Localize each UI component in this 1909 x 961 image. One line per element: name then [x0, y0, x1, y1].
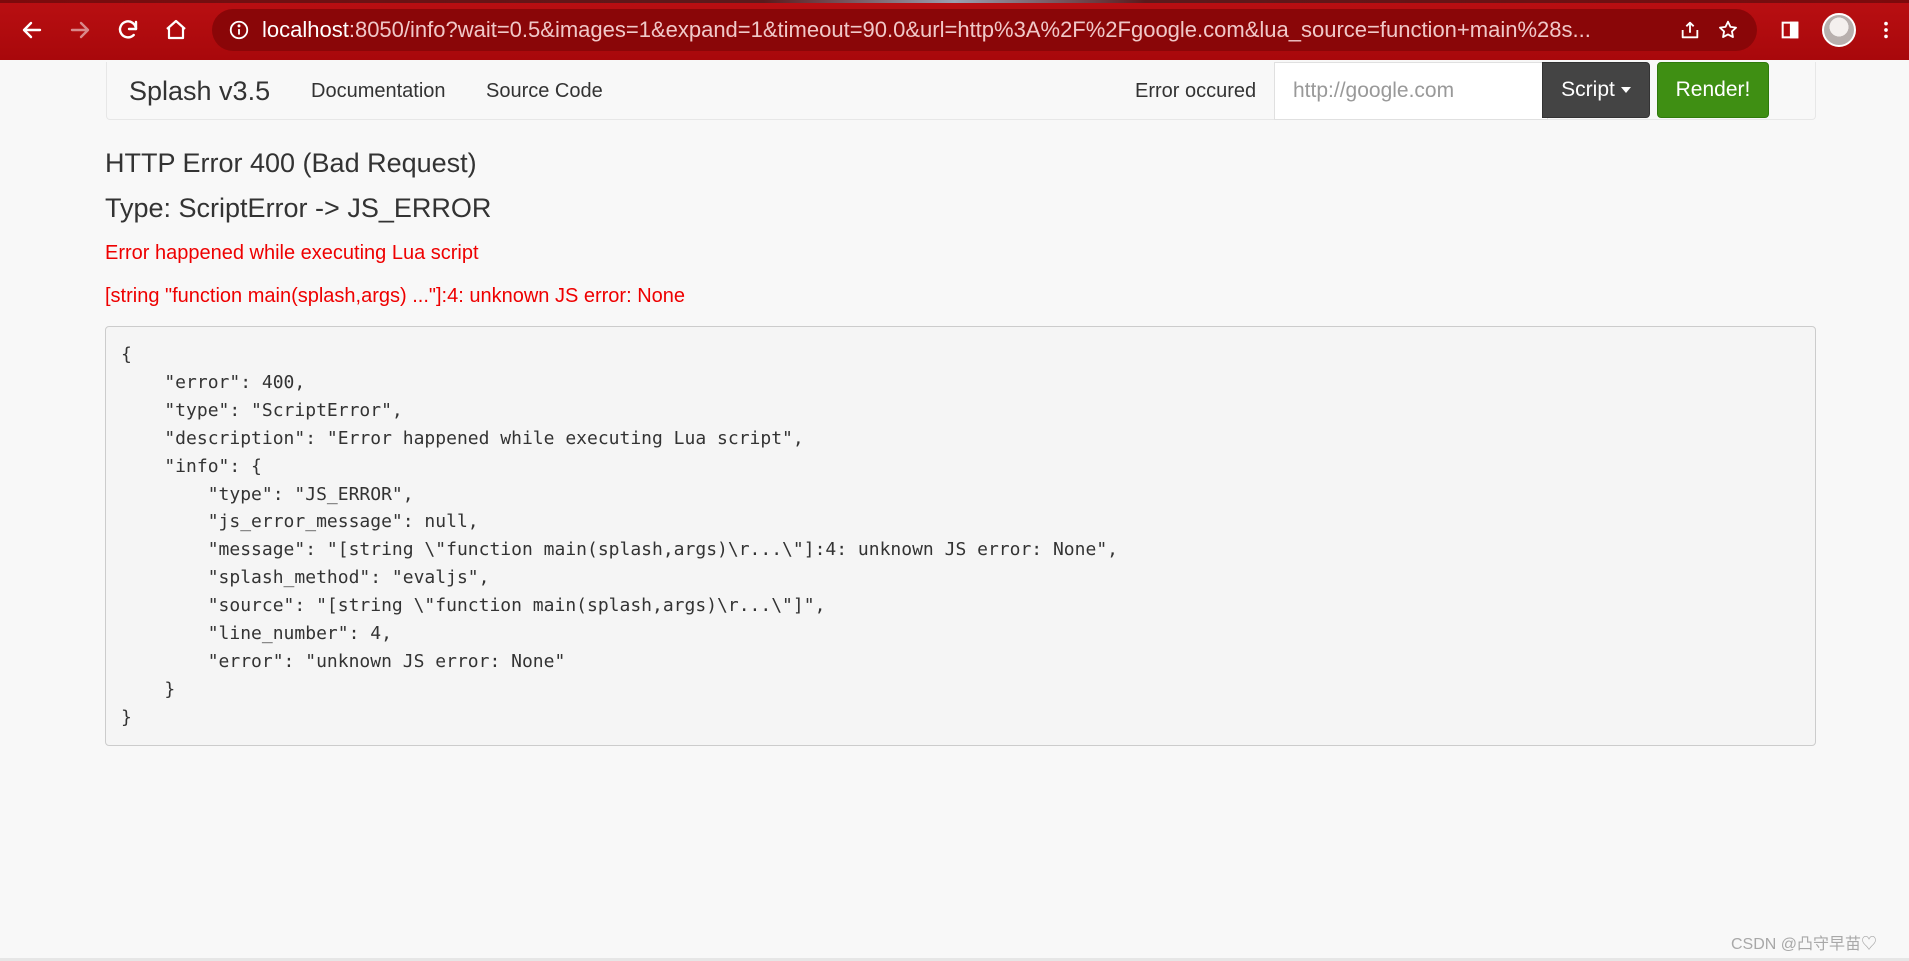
back-arrow-icon: [22, 21, 42, 39]
nav-link-source-code[interactable]: Source Code: [486, 80, 603, 103]
error-title: HTTP Error 400 (Bad Request): [105, 148, 477, 178]
error-message: [string "function main(splash,args) ..."…: [105, 285, 686, 307]
render-button-label: Render!: [1675, 78, 1751, 101]
reload-icon: [118, 20, 138, 39]
url-host: localhost: [262, 17, 349, 42]
forward-button[interactable]: [62, 12, 98, 48]
info-icon[interactable]: [228, 19, 250, 41]
forward-arrow-icon: [70, 21, 90, 39]
avatar[interactable]: [1822, 13, 1856, 47]
home-icon: [166, 19, 186, 40]
home-button[interactable]: [158, 12, 194, 48]
reload-button[interactable]: [110, 12, 146, 48]
browser-toolbar: localhost:8050/info?wait=0.5&images=1&ex…: [0, 0, 1909, 60]
nav-link-documentation[interactable]: Documentation: [311, 80, 446, 103]
address-bar[interactable]: localhost:8050/info?wait=0.5&images=1&ex…: [212, 9, 1757, 51]
brand-link[interactable]: Splash v3.5: [129, 76, 270, 107]
kebab-menu-icon: [1884, 21, 1888, 39]
share-button[interactable]: [1678, 18, 1702, 42]
bookmark-button[interactable]: [1716, 18, 1740, 42]
status-text: Error occured: [1135, 80, 1257, 102]
render-button[interactable]: Render!: [1657, 62, 1769, 118]
caret-down-icon: [1620, 87, 1631, 93]
script-button-label: Script: [1561, 78, 1615, 101]
url-rest: :8050/info?wait=0.5&images=1&expand=1&ti…: [348, 17, 1591, 42]
side-panel-button[interactable]: [1772, 12, 1808, 48]
error-description: Error happened while executing Lua scrip…: [105, 242, 479, 264]
error-json-block: { "error": 400, "type": "ScriptError", "…: [105, 326, 1816, 746]
script-dropdown-button[interactable]: Script: [1542, 62, 1650, 118]
watermark: CSDN @凸守早苗♡: [1731, 936, 1878, 953]
share-icon: [1681, 21, 1699, 39]
address-url[interactable]: localhost:8050/info?wait=0.5&images=1&ex…: [262, 17, 1662, 43]
render-url-input[interactable]: [1274, 62, 1548, 120]
side-panel-icon: [1781, 21, 1799, 39]
browser-menu-button[interactable]: [1868, 12, 1904, 48]
star-icon: [1719, 20, 1737, 38]
error-type: Type: ScriptError -> JS_ERROR: [105, 193, 492, 223]
splash-navbar: Splash v3.5 Documentation Source Code Er…: [106, 62, 1816, 120]
back-button[interactable]: [14, 12, 50, 48]
tab-strip-edge: [0, 0, 1909, 3]
